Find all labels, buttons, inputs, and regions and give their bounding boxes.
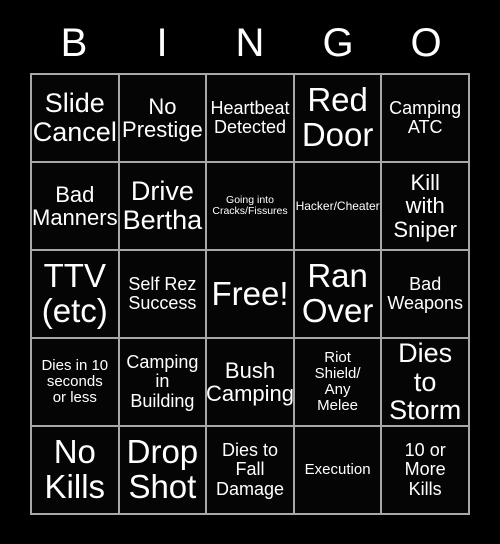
bingo-grid: Slide Cancel No Prestige Heartbeat Detec… <box>30 73 470 515</box>
bingo-cell[interactable]: Bad Weapons <box>382 251 468 337</box>
bingo-cell[interactable]: Dies to Fall Damage <box>207 427 293 513</box>
bingo-cell[interactable]: Bush Camping <box>207 339 293 425</box>
bingo-cell[interactable]: Bad Manners <box>32 163 118 249</box>
bingo-cell[interactable]: Red Door <box>294 75 381 161</box>
bingo-header-letter-o: O <box>410 21 442 65</box>
bingo-cell[interactable]: Execution <box>294 427 381 513</box>
bingo-cell[interactable]: Going into Cracks/Fissures <box>207 163 293 249</box>
bingo-cell[interactable]: Camping in Building <box>119 339 206 425</box>
bingo-cell[interactable]: TTV (etc) <box>32 251 118 337</box>
bingo-cell[interactable]: No Kills <box>32 427 118 513</box>
bingo-cell[interactable]: Camping ATC <box>382 75 468 161</box>
bingo-cell[interactable]: Dies in 10 seconds or less <box>32 339 118 425</box>
bingo-header-letter-g: G <box>322 21 354 65</box>
bingo-cell[interactable]: Drive Bertha <box>119 163 206 249</box>
bingo-cell[interactable]: Slide Cancel <box>32 75 118 161</box>
bingo-header-letter-i: I <box>156 21 168 65</box>
bingo-card: B I N G O Slide Cancel No Prestige Heart… <box>0 0 500 544</box>
bingo-header-row: B I N G O <box>30 14 470 72</box>
bingo-cell[interactable]: Self Rez Success <box>119 251 206 337</box>
bingo-header-letter-n: N <box>235 21 265 65</box>
bingo-cell[interactable]: Ran Over <box>294 251 381 337</box>
bingo-cell[interactable]: Dies to Storm <box>382 339 468 425</box>
bingo-cell[interactable]: Riot Shield/ Any Melee <box>294 339 381 425</box>
bingo-cell[interactable]: Kill with Sniper <box>382 163 468 249</box>
bingo-header-letter-b: B <box>60 21 88 65</box>
bingo-cell[interactable]: 10 or More Kills <box>382 427 468 513</box>
bingo-cell[interactable]: Drop Shot <box>119 427 206 513</box>
bingo-cell-free-space[interactable]: Free! <box>207 251 293 337</box>
bingo-cell[interactable]: No Prestige <box>119 75 206 161</box>
bingo-cell[interactable]: Hacker/Cheater <box>294 163 381 249</box>
bingo-cell[interactable]: Heartbeat Detected <box>207 75 293 161</box>
